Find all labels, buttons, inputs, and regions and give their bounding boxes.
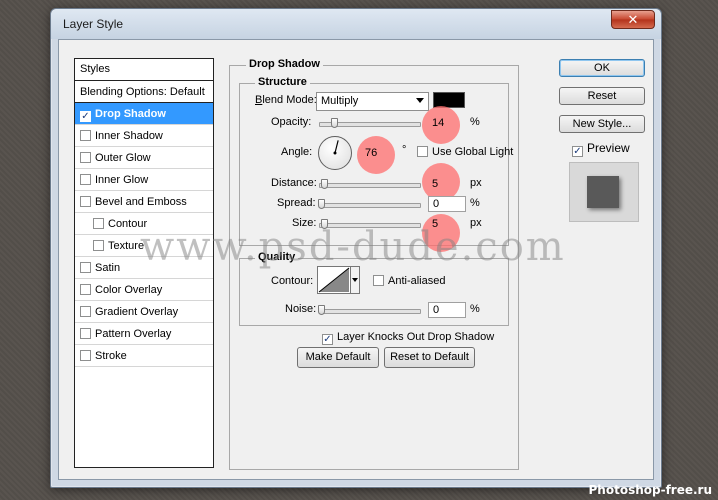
checkbox-icon[interactable] [80,152,91,163]
reset-button[interactable]: Reset [559,87,645,105]
checkbox-icon[interactable] [80,306,91,317]
preview-thumbnail [569,162,639,222]
distance-input[interactable] [428,176,466,192]
distance-unit: px [470,177,482,189]
structure-title: Structure [255,76,310,88]
checkbox-icon[interactable] [93,240,104,251]
styles-header[interactable]: Styles [75,59,213,81]
noise-unit: % [470,303,480,315]
brand-text: Photoshop-free.ru [588,483,713,497]
style-item-outer-glow[interactable]: Outer Glow [75,147,213,169]
style-item-label: Pattern Overlay [95,328,172,340]
checkbox-icon[interactable] [80,350,91,361]
checkbox-icon[interactable] [80,328,91,339]
style-item-label: Inner Glow [95,174,149,186]
checkbox-icon [417,146,428,157]
style-item-inner-glow[interactable]: Inner Glow [75,169,213,191]
opacity-unit: % [470,116,480,128]
style-item-label: Stroke [95,350,127,362]
contour-curve-icon [318,267,350,293]
contour-picker[interactable] [317,266,351,294]
use-global-light-toggle[interactable]: Use Global Light [417,146,513,158]
opacity-slider-thumb[interactable] [331,118,338,128]
chevron-down-icon [416,98,424,103]
drop-shadow-title: Drop Shadow [246,58,323,70]
spread-input[interactable] [428,196,466,212]
style-item-inner-shadow[interactable]: Inner Shadow [75,125,213,147]
spread-slider-thumb[interactable] [318,199,325,209]
opacity-label: Opacity: [271,116,312,128]
angle-label: Angle: [281,146,313,158]
checkbox-icon[interactable] [80,196,91,207]
preview-swatch [587,176,619,208]
style-item-label: Drop Shadow [95,108,166,120]
noise-slider-thumb[interactable] [318,305,325,315]
spread-slider[interactable] [319,203,421,208]
distance-slider[interactable] [319,183,421,188]
ok-button[interactable]: OK [559,59,645,77]
close-icon: ✕ [627,12,639,27]
angle-indicator-icon [333,140,339,155]
close-button[interactable]: ✕ [611,10,655,29]
style-item-label: Outer Glow [95,152,151,164]
style-item-label: Satin [95,262,121,274]
new-style-button[interactable]: New Style... [559,115,645,133]
style-item-bevel-and-emboss[interactable]: Bevel and Emboss [75,191,213,213]
blend-mode-value: Multiply [321,95,359,107]
chevron-down-icon [352,278,358,282]
noise-input[interactable] [428,302,466,318]
contour-dropdown-button[interactable] [351,266,360,294]
noise-slider[interactable] [319,309,421,314]
style-item-pattern-overlay[interactable]: Pattern Overlay [75,323,213,345]
checkbox-icon: ✓ [322,334,333,345]
angle-dial[interactable] [318,136,352,170]
style-item-label: Bevel and Emboss [95,196,187,208]
window-title: Layer Style [63,17,124,31]
style-item-label: Texture [108,240,145,252]
blend-mode-label: Blend Mode: [255,94,317,106]
style-item-drop-shadow[interactable]: ✓ Drop Shadow [75,103,213,125]
style-item-label: Inner Shadow [95,130,163,142]
style-item-gradient-overlay[interactable]: Gradient Overlay [75,301,213,323]
style-item-label: Color Overlay [95,284,163,296]
layer-knocks-out-toggle[interactable]: ✓ Layer Knocks Out Drop Shadow [322,331,494,345]
reset-to-default-button[interactable]: Reset to Default [384,347,475,368]
opacity-input[interactable] [428,115,466,131]
distance-slider-thumb[interactable] [321,179,328,189]
checkbox-icon[interactable] [80,174,91,185]
checkbox-icon[interactable] [93,218,104,229]
style-item-color-overlay[interactable]: Color Overlay [75,279,213,301]
checkbox-icon[interactable] [80,262,91,273]
checkbox-icon: ✓ [572,146,583,157]
preview-toggle[interactable]: ✓ Preview [572,141,630,157]
noise-label: Noise: [285,303,317,315]
watermark-text: www.psd-dude.com [140,224,566,270]
distance-label: Distance: [271,177,317,189]
style-item-label: Gradient Overlay [95,306,179,318]
blending-options-item[interactable]: Blending Options: Default [75,81,213,103]
checkbox-icon[interactable]: ✓ [80,111,91,122]
title-bar[interactable]: Layer Style ✕ [51,9,661,39]
checkbox-icon [373,275,384,286]
checkbox-icon[interactable] [80,284,91,295]
checkbox-icon[interactable] [80,130,91,141]
spread-unit: % [470,197,480,209]
angle-unit: ° [402,144,407,156]
spread-label: Spread: [277,197,316,209]
contour-label: Contour: [271,275,314,287]
anti-aliased-toggle[interactable]: Anti-aliased [373,275,445,287]
style-item-stroke[interactable]: Stroke [75,345,213,367]
angle-input[interactable] [361,145,399,161]
blend-mode-select[interactable]: Multiply [316,92,429,111]
make-default-button[interactable]: Make Default [297,347,379,368]
